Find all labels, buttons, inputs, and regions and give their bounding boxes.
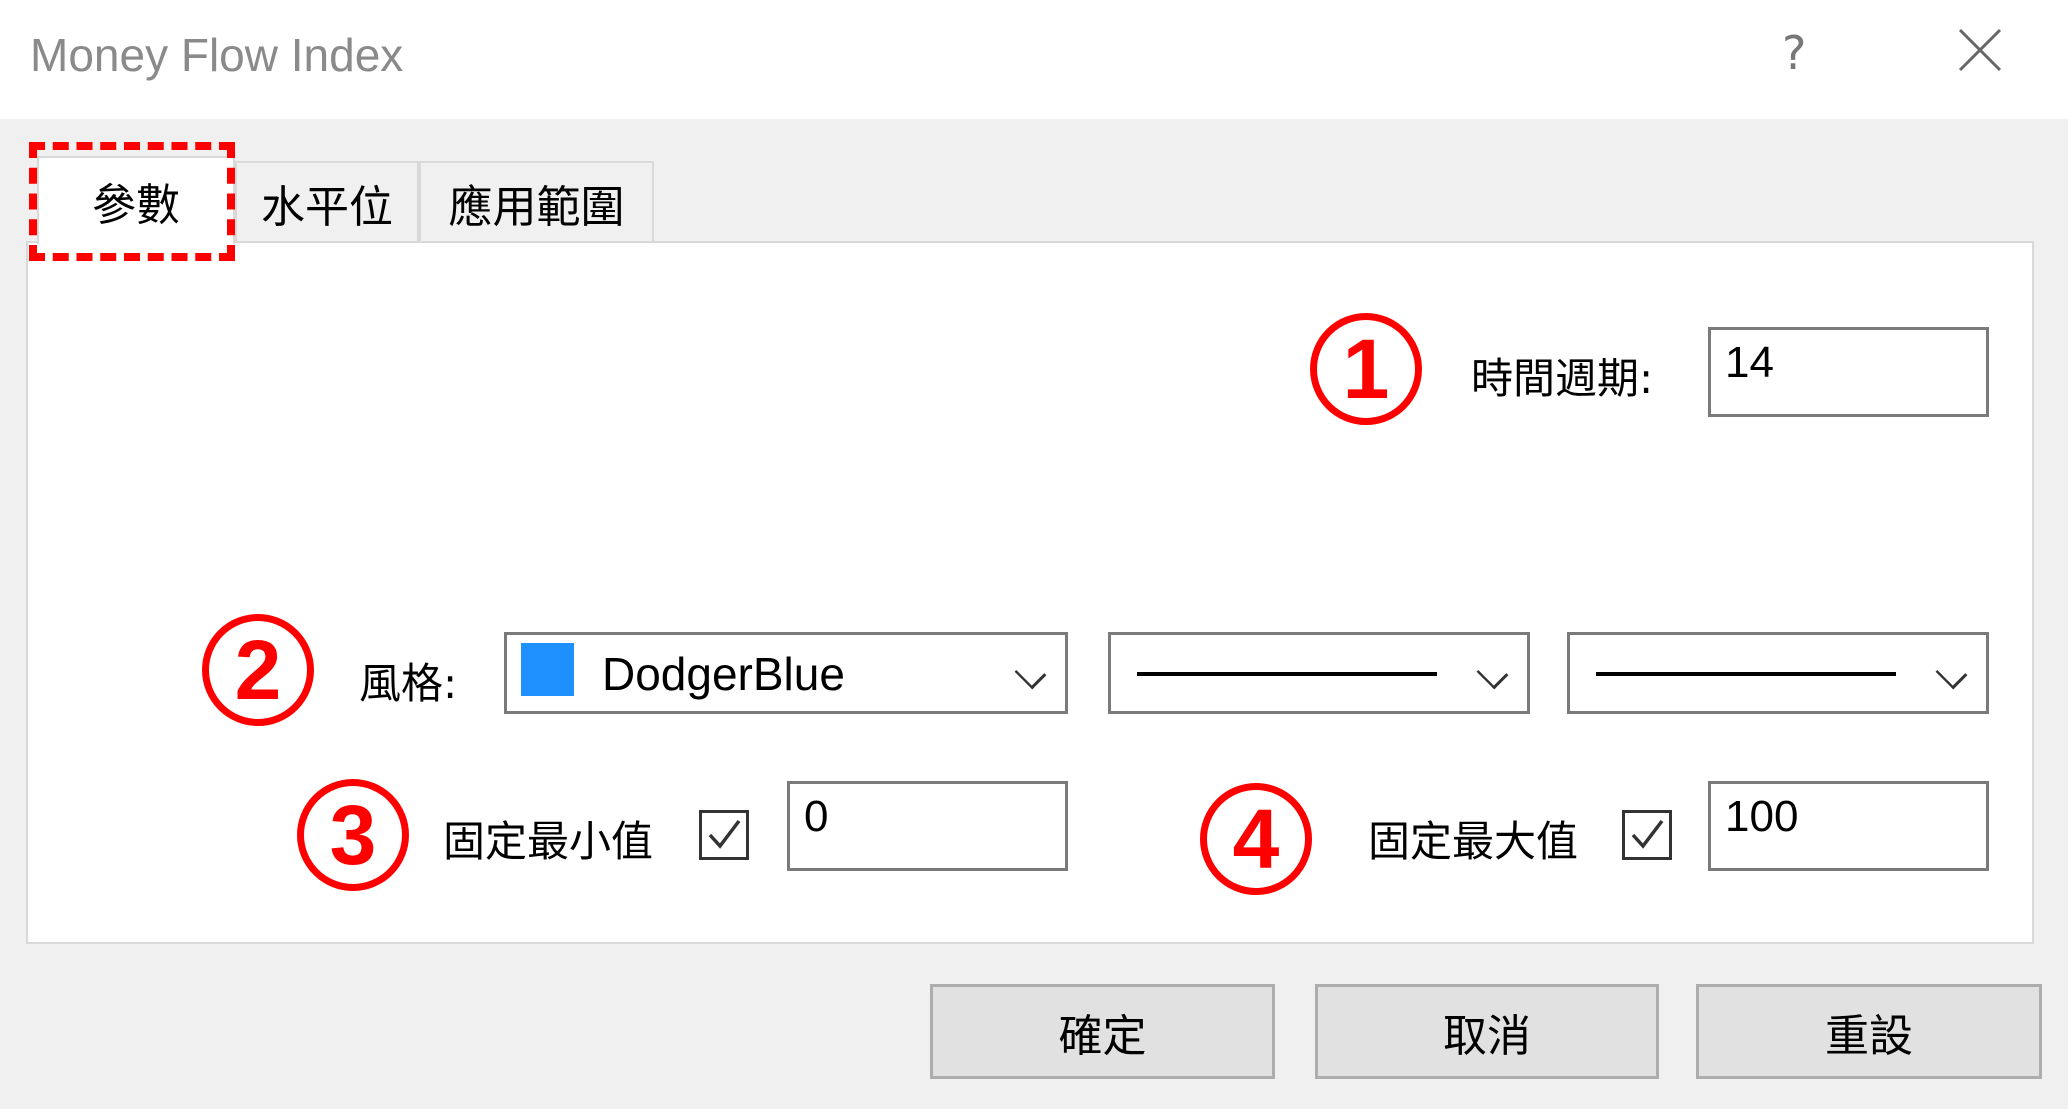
chevron-down-icon	[1014, 657, 1047, 690]
fixed-min-input[interactable]: 0	[787, 781, 1068, 871]
line-style-select[interactable]	[1108, 632, 1530, 714]
color-select[interactable]: DodgerBlue	[504, 632, 1068, 714]
fixed-max-input[interactable]: 100	[1708, 781, 1989, 871]
fixed-max-label: 固定最大值	[1368, 817, 1579, 866]
color-swatch	[521, 643, 574, 696]
window-title: Money Flow Index	[30, 29, 404, 81]
close-icon[interactable]	[1955, 25, 2005, 75]
line-width-preview	[1596, 672, 1896, 676]
line-style-preview	[1137, 672, 1437, 676]
reset-button[interactable]: 重設	[1696, 984, 2042, 1079]
tab-levels[interactable]: 水平位	[235, 161, 419, 243]
fixed-min-checkbox[interactable]	[699, 810, 749, 860]
reset-label: 重設	[1825, 1010, 1913, 1062]
annotation-marker-2: 2	[202, 614, 314, 726]
ok-button[interactable]: 確定	[930, 984, 1275, 1079]
line-width-select[interactable]	[1567, 632, 1989, 714]
cancel-label: 取消	[1443, 1010, 1531, 1062]
cancel-button[interactable]: 取消	[1315, 984, 1659, 1079]
period-input[interactable]: 14	[1708, 327, 1989, 417]
checkmark-icon	[1631, 819, 1664, 849]
fixed-max-checkbox[interactable]	[1622, 810, 1672, 860]
tab-label: 水平位	[261, 182, 393, 233]
ok-label: 確定	[1058, 1010, 1147, 1062]
highlight-box	[29, 142, 235, 261]
chevron-down-icon	[1935, 657, 1968, 690]
checkmark-icon	[708, 819, 741, 849]
period-label: 時間週期:	[1471, 354, 1654, 403]
chevron-down-icon	[1476, 657, 1509, 690]
annotation-marker-1: 1	[1310, 313, 1422, 425]
help-button[interactable]: ?	[1782, 26, 1806, 80]
annotation-marker-3: 3	[297, 779, 409, 891]
color-name: DodgerBlue	[602, 648, 845, 700]
tab-label: 應用範圍	[448, 182, 625, 233]
annotation-marker-4: 4	[1200, 783, 1312, 895]
style-label: 風格:	[359, 659, 458, 708]
fixed-min-label: 固定最小值	[443, 817, 654, 866]
tab-visualization[interactable]: 應用範圍	[419, 161, 654, 243]
